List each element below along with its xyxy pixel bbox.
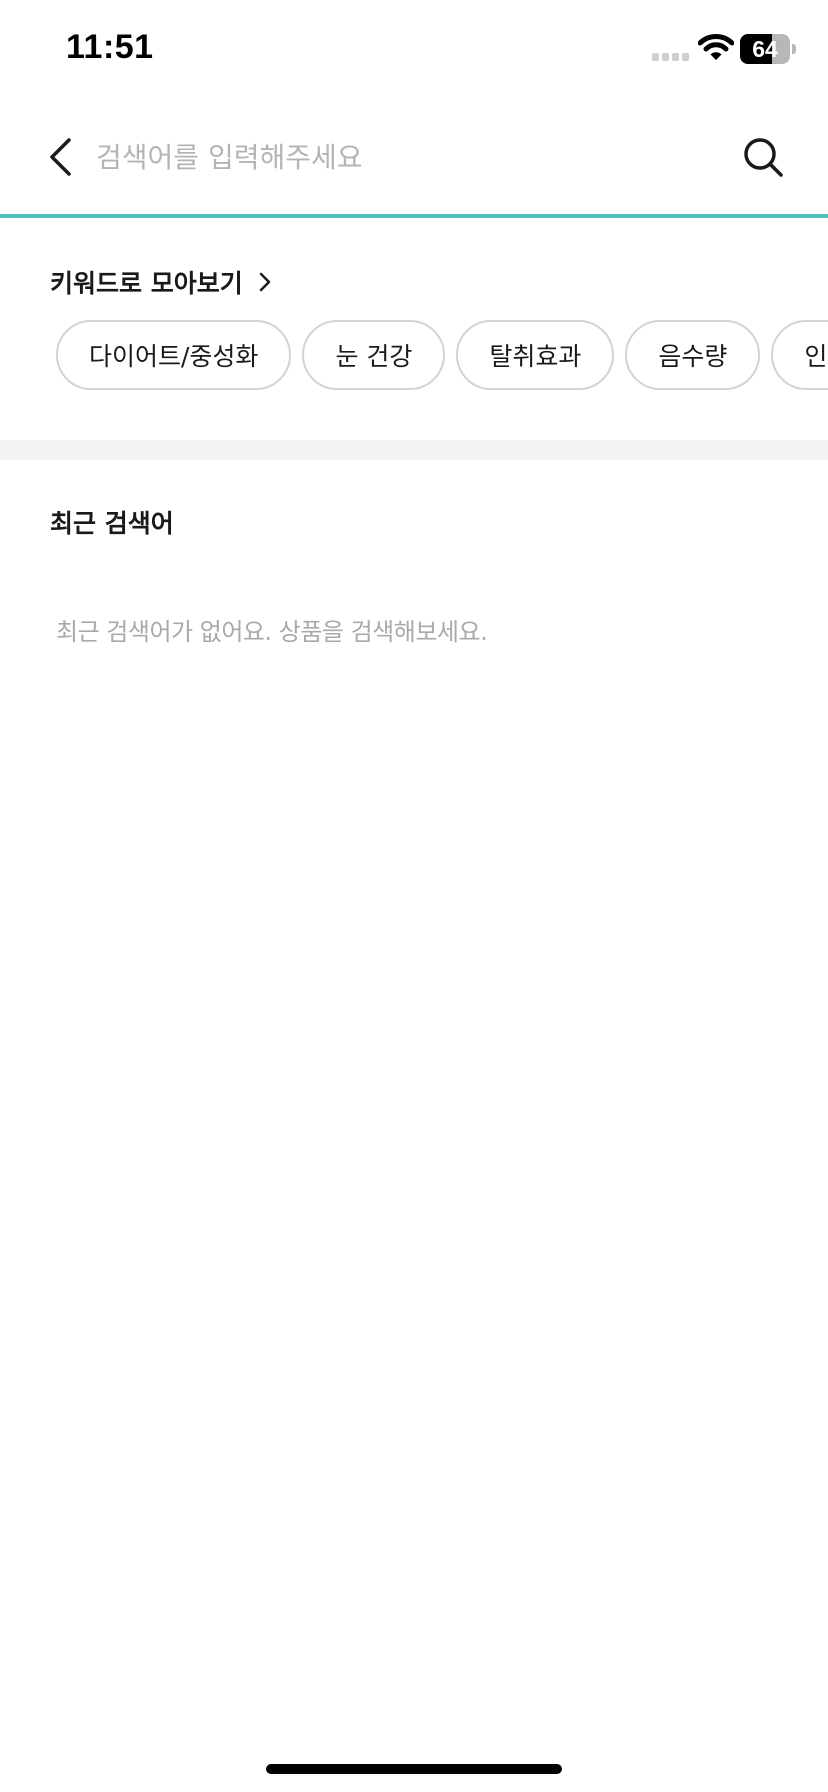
search-screen: 11:51 64 검색어를 입력해주세요 키워드로 모아보기 다이어트/중성화 … — [0, 0, 828, 1792]
status-bar: 11:51 64 — [0, 0, 828, 100]
keyword-section-title: 키워드로 모아보기 — [50, 269, 243, 298]
keyword-chip-water-intake[interactable]: 음수량 — [625, 320, 761, 390]
back-button[interactable] — [40, 128, 84, 186]
chevron-right-icon — [259, 272, 270, 292]
signal-icon — [652, 53, 689, 61]
status-time: 11:51 — [66, 28, 154, 66]
wifi-icon — [698, 34, 734, 60]
chevron-left-icon — [50, 138, 71, 176]
battery-body: 64 — [740, 34, 790, 64]
home-indicator — [266, 1764, 562, 1774]
keyword-chip-interior[interactable]: 인테리어 — [771, 320, 828, 390]
search-icon — [744, 138, 783, 177]
keyword-chip-deodorizing[interactable]: 탈취효과 — [456, 320, 615, 390]
keyword-chip-list: 다이어트/중성화 눈 건강 탈취효과 음수량 인테리어 — [56, 320, 828, 390]
recent-search-empty-message: 최근 검색어가 없어요. 상품을 검색해보세요. — [56, 618, 488, 646]
battery-cap — [792, 44, 796, 54]
keyword-chip-eye-health[interactable]: 눈 건강 — [302, 320, 446, 390]
keyword-chip-diet[interactable]: 다이어트/중성화 — [56, 320, 292, 390]
keyword-section: 키워드로 모아보기 다이어트/중성화 눈 건강 탈취효과 음수량 인테리어 — [0, 218, 828, 440]
recent-search-title: 최근 검색어 — [50, 509, 174, 538]
battery-icon: 64 — [740, 34, 796, 64]
keyword-collection-link[interactable]: 키워드로 모아보기 — [50, 262, 273, 302]
recent-search-section: 최근 검색어 최근 검색어가 없어요. 상품을 검색해보세요. — [0, 460, 828, 700]
battery-percent: 64 — [752, 36, 778, 62]
section-divider — [0, 440, 828, 460]
search-header — [0, 100, 828, 218]
search-input[interactable] — [96, 128, 706, 186]
search-button[interactable] — [736, 128, 792, 186]
